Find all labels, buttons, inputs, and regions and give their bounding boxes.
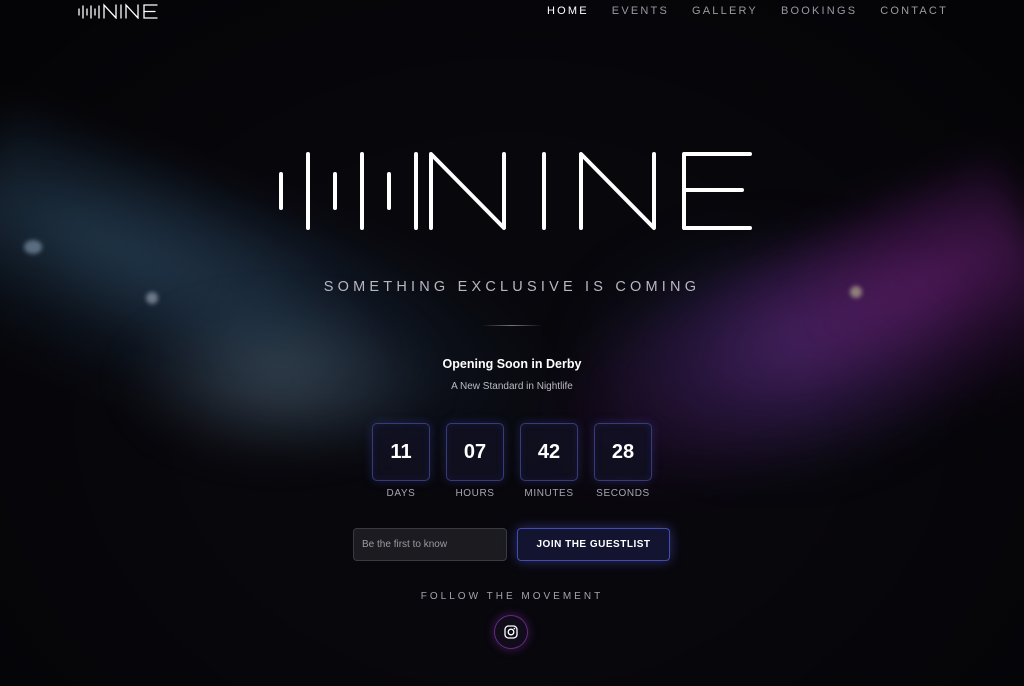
main-nav: HOME EVENTS GALLERY BOOKINGS CONTACT: [547, 5, 948, 17]
countdown-timer: 11 DAYS 07 HOURS 42 MINUTES 28 SECONDS: [372, 423, 652, 499]
countdown-days-label: DAYS: [386, 488, 416, 499]
nav-contact[interactable]: CONTACT: [880, 5, 948, 17]
nine-logo-mark: [78, 3, 158, 19]
join-guestlist-button[interactable]: JOIN THE GUESTLIST: [517, 528, 670, 561]
countdown-seconds-label: SECONDS: [596, 488, 650, 499]
nav-events[interactable]: EVENTS: [612, 5, 669, 17]
social-heading: FOLLOW THE MOVEMENT: [420, 591, 604, 602]
countdown-days: 11 DAYS: [372, 423, 430, 499]
countdown-seconds-value: 28: [594, 423, 652, 481]
hero-heading: Opening Soon in Derby: [442, 357, 582, 371]
site-header: HOME EVENTS GALLERY BOOKINGS CONTACT: [0, 0, 1024, 24]
countdown-days-value: 11: [372, 423, 430, 481]
countdown-minutes-value: 42: [520, 423, 578, 481]
hero-tagline: SOMETHING EXCLUSIVE IS COMING: [323, 279, 701, 295]
countdown-hours-value: 07: [446, 423, 504, 481]
countdown-minutes: 42 MINUTES: [520, 423, 578, 499]
instagram-button[interactable]: [494, 615, 528, 649]
countdown-seconds: 28 SECONDS: [594, 423, 652, 499]
nav-bookings[interactable]: BOOKINGS: [781, 5, 857, 17]
nav-gallery[interactable]: GALLERY: [692, 5, 758, 17]
hero-subheading: A New Standard in Nightlife: [451, 381, 573, 392]
countdown-hours-label: HOURS: [455, 488, 495, 499]
email-input[interactable]: [353, 528, 507, 561]
countdown-hours: 07 HOURS: [446, 423, 504, 499]
brand-logo[interactable]: [78, 2, 160, 20]
divider: [482, 325, 542, 326]
hero-logo: [276, 150, 756, 232]
nav-home[interactable]: HOME: [547, 5, 589, 17]
instagram-icon: [504, 625, 518, 639]
countdown-minutes-label: MINUTES: [524, 488, 574, 499]
